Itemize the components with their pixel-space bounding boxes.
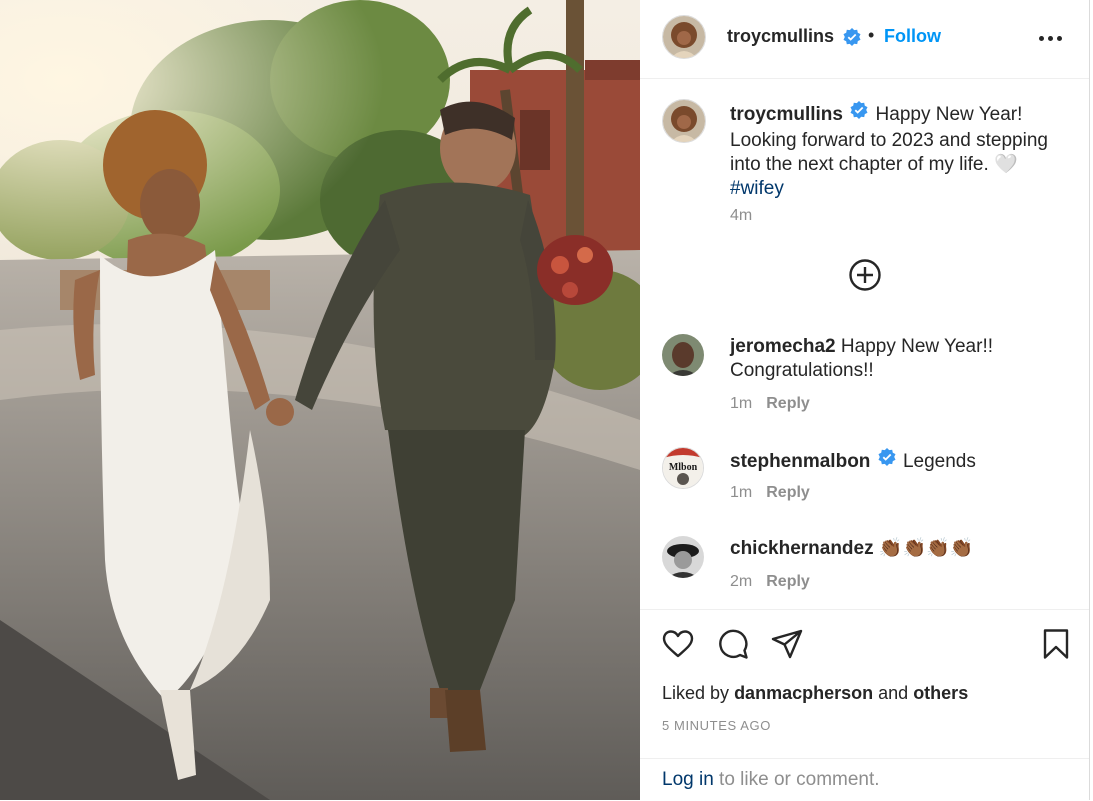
- login-rest: to like or comment.: [713, 769, 880, 790]
- comment-time: 1m: [730, 395, 753, 412]
- author-username[interactable]: troycmullins: [727, 26, 834, 47]
- heart-icon[interactable]: [662, 628, 694, 665]
- likes-others-link[interactable]: others: [913, 683, 968, 703]
- separator-dot: •: [868, 25, 875, 45]
- verified-badge-icon: [850, 101, 868, 126]
- comment-meta: 1m Reply: [730, 484, 810, 502]
- post-viewer: troycmullins • Follow troycmullins Happy…: [0, 0, 1093, 800]
- comment-username[interactable]: chickhernandez: [730, 538, 874, 559]
- reply-button[interactable]: Reply: [766, 484, 810, 501]
- comment-icon[interactable]: [717, 628, 749, 665]
- comment-meta: 2m Reply: [730, 573, 810, 591]
- caption: troycmullins Happy New Year! Looking for…: [730, 101, 1060, 201]
- reply-button[interactable]: Reply: [766, 573, 810, 590]
- post-header: troycmullins • Follow: [640, 0, 1089, 79]
- reply-button[interactable]: Reply: [766, 395, 810, 412]
- likes-middle: and: [878, 683, 909, 703]
- comment-username[interactable]: jeromecha2: [730, 336, 836, 357]
- likes-summary: Liked by danmacpherson and others: [662, 683, 968, 704]
- verified-badge-icon: [843, 28, 861, 51]
- follow-button[interactable]: Follow: [884, 26, 941, 47]
- caption-time: 4m: [730, 207, 753, 224]
- comment-body: Legends: [902, 451, 976, 473]
- share-icon[interactable]: [771, 628, 803, 665]
- caption-avatar[interactable]: [663, 100, 705, 142]
- comment-meta: 1m Reply: [730, 395, 810, 413]
- more-options-icon[interactable]: [1039, 28, 1065, 48]
- wedding-couple-photo: [0, 0, 640, 800]
- login-bar: Log in to like or comment.: [640, 758, 1089, 801]
- comment-1: jeromecha2 Happy New Year!! Congratulati…: [730, 335, 1050, 383]
- comment-2: stephenmalbon Legends: [730, 448, 1070, 476]
- caption-username[interactable]: troycmullins: [730, 104, 843, 125]
- post-photo[interactable]: [0, 0, 640, 800]
- post-timestamp: 5 MINUTES AGO: [662, 718, 771, 733]
- post-details-panel: troycmullins • Follow troycmullins Happy…: [640, 0, 1090, 800]
- comment-avatar[interactable]: [662, 536, 704, 578]
- liked-by-user-link[interactable]: danmacpherson: [734, 683, 873, 703]
- action-bar-divider: [640, 609, 1089, 611]
- login-prompt: Log in to like or comment.: [662, 769, 880, 791]
- comment-avatar[interactable]: [662, 334, 704, 376]
- author-avatar[interactable]: [663, 16, 705, 58]
- comment-3: chickhernandez 👏🏾👏🏾👏🏾👏🏾: [730, 537, 1070, 561]
- comment-time: 1m: [730, 484, 753, 501]
- login-link[interactable]: Log in: [662, 769, 714, 790]
- load-more-plus-icon[interactable]: [848, 258, 882, 292]
- comment-username[interactable]: stephenmalbon: [730, 451, 870, 472]
- svg-text:Mlbon: Mlbon: [669, 462, 698, 473]
- bookmark-icon[interactable]: [1042, 628, 1070, 665]
- comment-avatar[interactable]: Mlbon: [662, 447, 704, 489]
- likes-prefix: Liked by: [662, 683, 730, 703]
- hashtag-link[interactable]: #wifey: [730, 178, 784, 199]
- verified-badge-icon: [878, 448, 896, 473]
- comment-time: 2m: [730, 573, 753, 590]
- comment-body: 👏🏾👏🏾👏🏾👏🏾: [878, 538, 974, 559]
